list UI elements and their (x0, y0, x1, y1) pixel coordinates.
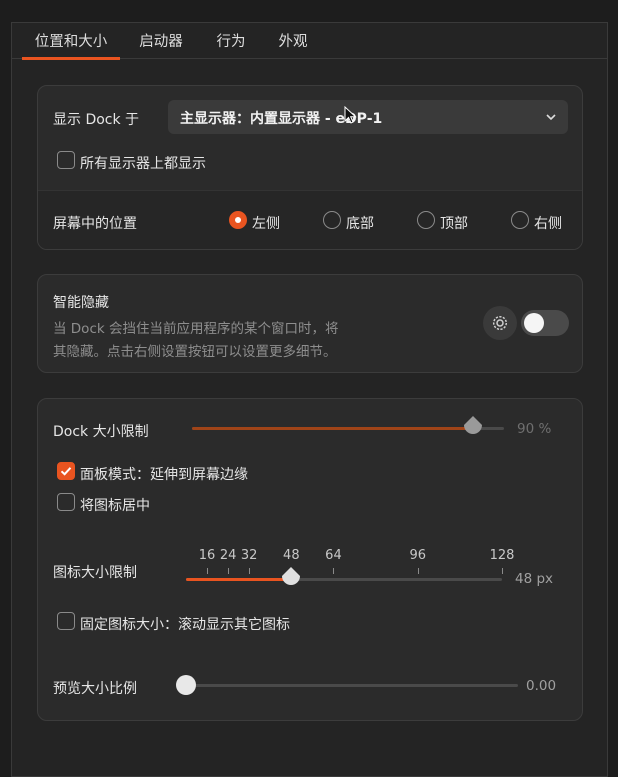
position-top-radio[interactable] (417, 211, 435, 229)
icon-size-fill (186, 578, 292, 581)
tab-launchers[interactable]: 启动器 (130, 23, 192, 59)
all-monitors-label: 所有显示器上都显示 (80, 156, 206, 172)
icon-size-tick-mark (417, 568, 419, 574)
size-panel: Dock 大小限制 90 % 面板模式：延伸到屏幕边缘 将图标居中 图标大小限制… (37, 398, 583, 721)
dock-size-fill (192, 427, 473, 430)
autohide-description-line1: 当 Dock 会挡住当前应用程序的某个窗口时，将 (53, 321, 339, 337)
tab-behavior[interactable]: 行为 (208, 23, 254, 59)
icon-size-slider-handle[interactable] (280, 566, 302, 596)
preview-size-label: 预览大小比例 (53, 681, 137, 697)
position-label: 屏幕中的位置 (53, 216, 137, 232)
icon-size-tick-mark (207, 568, 209, 574)
position-left-radio[interactable] (229, 211, 247, 229)
position-top-label: 顶部 (440, 216, 468, 232)
position-right-radio[interactable] (511, 211, 529, 229)
display-position-panel: 显示 Dock 于 主显示器：内置显示器 - eDP-1 所有显示器上都显示 屏… (37, 85, 583, 250)
autohide-toggle[interactable] (521, 310, 569, 336)
icon-size-tick-label: 32 (240, 548, 258, 563)
dock-size-label: Dock 大小限制 (53, 424, 149, 440)
icon-size-value: 48 px (515, 571, 554, 587)
autohide-title: 智能隐藏 (53, 295, 109, 311)
gear-icon (491, 314, 509, 336)
center-icons-label: 将图标居中 (80, 498, 150, 514)
settings-window: 位置和大小 启动器 行为 外观 显示 Dock 于 主显示器：内置显示器 - e… (11, 22, 608, 777)
icon-size-label: 图标大小限制 (53, 565, 137, 581)
icon-size-tick-mark (228, 568, 230, 574)
icon-size-tick-mark (333, 568, 335, 574)
center-icons-checkbox[interactable] (57, 493, 75, 511)
panel-mode-checkbox[interactable] (57, 462, 75, 480)
position-left-label: 左侧 (252, 216, 280, 232)
check-icon (59, 464, 73, 482)
icon-size-tick-label: 16 (198, 548, 216, 563)
autohide-settings-button[interactable] (483, 306, 517, 340)
dock-size-value: 90 % (517, 421, 552, 437)
toggle-knob (524, 313, 544, 333)
icon-size-tick-label: 24 (219, 548, 237, 563)
autohide-description-line2: 其隐藏。点击右侧设置按钮可以设置更多细节。 (53, 344, 337, 360)
preview-size-value: 0.00 (526, 678, 557, 694)
fixed-icon-size-label: 固定图标大小：滚动显示其它图标 (80, 617, 290, 633)
tab-position-size[interactable]: 位置和大小 (22, 23, 120, 60)
display-dropdown[interactable]: 主显示器：内置显示器 - eDP-1 (168, 100, 568, 134)
preview-size-track[interactable] (186, 684, 518, 687)
position-row: 屏幕中的位置 左侧 底部 顶部 右侧 (38, 191, 582, 249)
icon-size-tick-mark (249, 568, 251, 574)
dock-size-slider-handle[interactable] (462, 415, 484, 445)
preview-size-slider-handle[interactable] (176, 675, 196, 695)
icon-size-tick-label: 64 (325, 548, 342, 563)
fixed-icon-size-checkbox[interactable] (57, 612, 75, 630)
display-label: 显示 Dock 于 (53, 112, 140, 128)
tab-appearance[interactable]: 外观 (270, 23, 316, 59)
icon-size-tick-label: 128 (489, 548, 515, 563)
tab-bar: 位置和大小 启动器 行为 外观 (12, 23, 607, 60)
icon-size-tick-mark (502, 568, 503, 574)
icon-size-tick-label: 48 (283, 548, 300, 563)
mouse-pointer-icon (344, 105, 358, 130)
chevron-down-icon (545, 111, 557, 127)
icon-size-tick-label: 96 (409, 548, 426, 563)
autohide-panel: 智能隐藏 当 Dock 会挡住当前应用程序的某个窗口时，将 其隐藏。点击右侧设置… (37, 274, 583, 373)
position-bottom-radio[interactable] (323, 211, 341, 229)
panel-mode-label: 面板模式：延伸到屏幕边缘 (80, 467, 248, 483)
all-monitors-checkbox[interactable] (57, 151, 75, 169)
position-bottom-label: 底部 (346, 216, 374, 232)
position-right-label: 右侧 (534, 216, 562, 232)
